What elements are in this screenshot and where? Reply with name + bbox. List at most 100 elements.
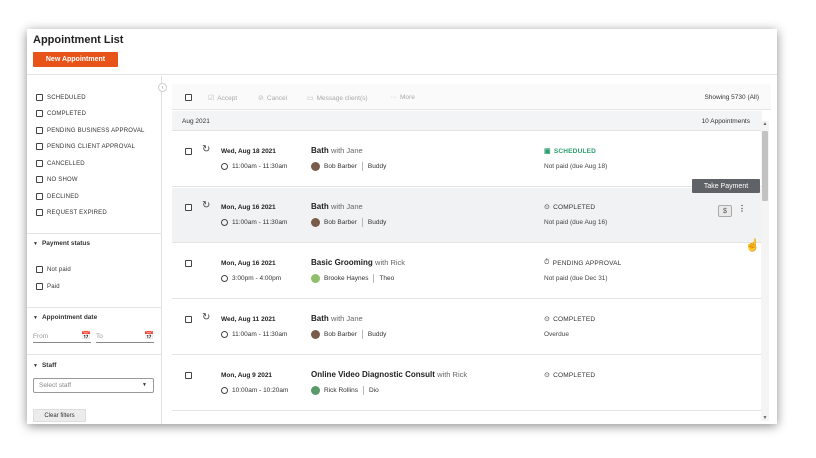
- payment-status: Not paid (due Dec 31): [544, 275, 608, 282]
- filter-status-pending-business[interactable]: PENDING BUSINESS APPROVAL: [36, 127, 145, 134]
- appointment-date: Mon, Aug 16 2021: [221, 204, 276, 211]
- checkbox[interactable]: [36, 94, 43, 101]
- bulk-toolbar: ☑ Accept ⊘ Cancel ▭ Message client(s) ··· Mo…: [172, 84, 771, 110]
- row-checkbox[interactable]: [185, 204, 192, 211]
- check-circle-icon: ⊙: [544, 372, 551, 379]
- page-header: Appointment List New Appointment: [27, 29, 777, 75]
- filter-status-pending-client[interactable]: PENDING CLIENT APPROVAL: [36, 143, 135, 150]
- checkbox[interactable]: [36, 209, 43, 216]
- avatar: [311, 162, 320, 171]
- recurring-icon: ↻: [202, 200, 211, 211]
- calendar-icon[interactable]: 📅: [144, 331, 154, 340]
- service-name[interactable]: Online Video Diagnostic Consult with Ric…: [311, 370, 467, 379]
- checkbox[interactable]: [36, 193, 43, 200]
- clear-filters-button[interactable]: Clear filters: [33, 409, 86, 422]
- service-name[interactable]: Bath with Jane: [311, 202, 363, 211]
- cancel-button[interactable]: ⊘ Cancel: [258, 94, 287, 103]
- page-title: Appointment List: [33, 34, 124, 46]
- clock-icon: [221, 219, 228, 226]
- recurring-icon: ↻: [202, 312, 211, 323]
- appointment-date: Wed, Aug 18 2021: [221, 148, 276, 155]
- more-vertical-icon[interactable]: ⋮: [738, 204, 746, 213]
- row-checkbox[interactable]: [185, 260, 192, 267]
- status-badge: ⊙ COMPLETED: [544, 203, 596, 212]
- accept-button[interactable]: ☑ Accept: [208, 94, 237, 103]
- client-info: Brooke Haynes Theo: [311, 274, 394, 283]
- select-all-checkbox[interactable]: [185, 94, 192, 101]
- timer-icon: ⏱: [544, 259, 550, 266]
- calendar-icon[interactable]: 📅: [81, 331, 91, 340]
- message-clients-button[interactable]: ▭ Message client(s): [307, 94, 368, 103]
- filter-sidebar: SCHEDULED COMPLETED PENDING BUSINESS APP…: [27, 76, 162, 424]
- checkbox[interactable]: [36, 143, 43, 150]
- filter-status-declined[interactable]: DECLINED: [36, 193, 79, 200]
- checkbox[interactable]: [36, 110, 43, 117]
- appointment-date: Wed, Aug 11 2021: [221, 316, 276, 323]
- checkbox[interactable]: [36, 266, 43, 273]
- filter-status-no-show[interactable]: NO SHOW: [36, 176, 78, 183]
- filter-status-scheduled[interactable]: SCHEDULED: [36, 94, 86, 101]
- row-checkbox[interactable]: [185, 316, 192, 323]
- new-appointment-button[interactable]: New Appointment: [33, 52, 118, 67]
- appointment-date-heading[interactable]: ▼ Appointment date: [33, 314, 97, 321]
- payment-status-heading[interactable]: ▼ Payment status: [33, 240, 90, 247]
- showing-count: Showing 5730 (All): [704, 94, 759, 101]
- staff-heading[interactable]: ▼ Staff: [33, 362, 56, 369]
- table-row[interactable]: ↻ Mon, Aug 16 2021 11:00am - 11:30am Bat…: [172, 188, 762, 243]
- client-info: Bob Barber Buddy: [311, 330, 386, 339]
- triangle-down-icon: ▼: [33, 362, 38, 369]
- appointment-time: 10:00am - 10:20am: [221, 387, 288, 394]
- divider: [27, 307, 162, 308]
- appointment-time: 11:00am - 11:30am: [221, 163, 287, 170]
- clock-icon: [221, 163, 228, 170]
- filter-status-cancelled[interactable]: CANCELLED: [36, 160, 85, 167]
- appointment-time: 11:00am - 11:30am: [221, 331, 287, 338]
- scroll-up-icon[interactable]: ▲: [761, 121, 769, 127]
- take-payment-button[interactable]: $: [718, 205, 732, 217]
- service-name[interactable]: Basic Grooming with Rick: [311, 258, 405, 267]
- client-info: Bob Barber Buddy: [311, 162, 386, 171]
- sidebar-collapse-button[interactable]: ‹: [158, 83, 167, 92]
- date-from-input[interactable]: From 📅: [33, 331, 91, 343]
- accept-icon: ☑: [208, 95, 215, 102]
- appointment-time: 11:00am - 11:30am: [221, 219, 287, 226]
- client-info: Rick Rollins Dio: [311, 386, 379, 395]
- divider: [27, 233, 162, 234]
- table-row[interactable]: Mon, Aug 16 2021 3:00pm - 4:00pm Basic G…: [172, 244, 762, 299]
- payment-status: Not paid (due Aug 18): [544, 163, 608, 170]
- status-badge: ⏱ PENDING APPROVAL: [544, 259, 622, 267]
- checkbox[interactable]: [36, 176, 43, 183]
- more-button[interactable]: ··· More: [390, 94, 415, 101]
- avatar: [311, 218, 320, 227]
- checkbox[interactable]: [36, 127, 43, 134]
- filter-paid[interactable]: Paid: [36, 283, 60, 290]
- table-row[interactable]: Mon, Aug 9 2021 10:00am - 10:20am Online…: [172, 356, 762, 411]
- table-row[interactable]: ↻ Wed, Aug 11 2021 11:00am - 11:30am Bat…: [172, 300, 762, 355]
- row-checkbox[interactable]: [185, 148, 192, 155]
- cancel-icon: ⊘: [258, 95, 264, 102]
- staff-select[interactable]: Select staff ▼: [33, 378, 154, 393]
- scroll-down-icon[interactable]: ▼: [761, 415, 769, 421]
- more-dots-icon: ···: [390, 94, 397, 101]
- client-info: Bob Barber Buddy: [311, 218, 386, 227]
- clock-icon: [221, 387, 228, 394]
- triangle-down-icon: ▼: [33, 314, 38, 321]
- service-name[interactable]: Bath with Jane: [311, 146, 363, 155]
- appointment-date: Mon, Aug 16 2021: [221, 260, 276, 267]
- checkbox[interactable]: [36, 283, 43, 290]
- filter-status-request-expired[interactable]: REQUEST EXPIRED: [36, 209, 107, 216]
- group-label: Aug 2021: [182, 118, 210, 125]
- table-row[interactable]: ↻ Wed, Aug 18 2021 11:00am - 11:30am Bat…: [172, 132, 762, 187]
- row-checkbox[interactable]: [185, 372, 192, 379]
- status-badge: ⊙ COMPLETED: [544, 315, 596, 324]
- chevron-down-icon: ▼: [142, 382, 147, 388]
- scrollbar-thumb[interactable]: [762, 131, 768, 201]
- checkbox[interactable]: [36, 160, 43, 167]
- triangle-down-icon: ▼: [33, 240, 38, 247]
- service-name[interactable]: Bath with Jane: [311, 314, 363, 323]
- avatar: [311, 330, 320, 339]
- filter-status-completed[interactable]: COMPLETED: [36, 110, 86, 117]
- filter-not-paid[interactable]: Not paid: [36, 266, 71, 273]
- payment-status: Not paid (due Aug 16): [544, 219, 608, 226]
- date-to-input[interactable]: To 📅: [96, 331, 154, 343]
